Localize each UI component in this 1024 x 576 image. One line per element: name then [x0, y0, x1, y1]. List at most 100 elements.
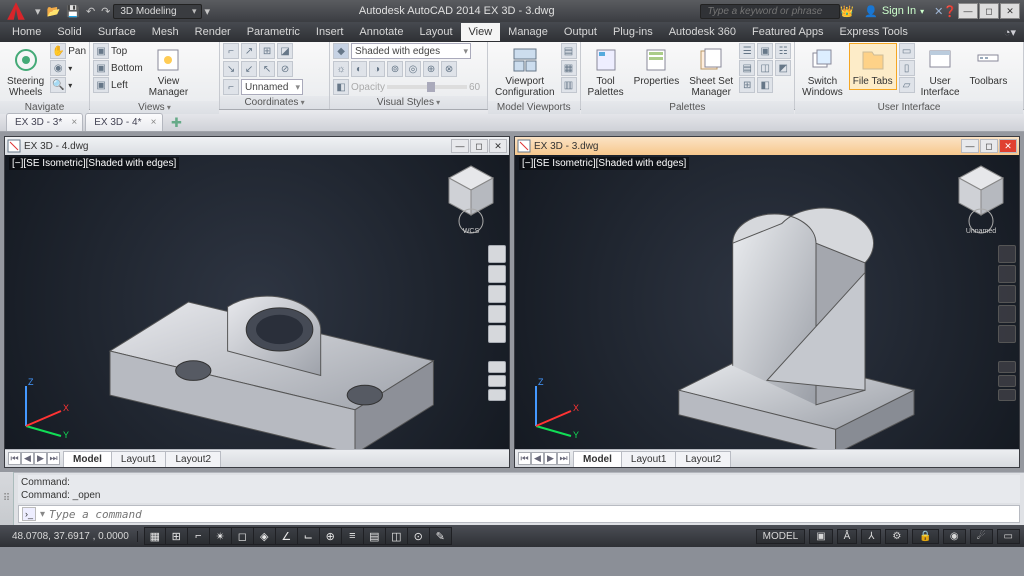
cascade-icon[interactable]: ▱ [899, 77, 915, 93]
sheetset-button[interactable]: Sheet Set Manager [685, 43, 737, 101]
viewport[interactable]: [−][SE Isometric][Shaded with edges] Unn… [515, 155, 1019, 449]
command-input[interactable] [49, 508, 1016, 521]
modelspace-button[interactable]: MODEL [756, 529, 806, 544]
win-max[interactable]: ◻ [980, 139, 998, 153]
signin-button[interactable]: 👤 Sign In ▾ [864, 5, 924, 18]
lwt-toggle[interactable]: ≡ [342, 527, 364, 545]
tab-model[interactable]: Model [63, 451, 112, 467]
clean-screen-icon[interactable]: ▭ [997, 529, 1020, 544]
qp-toggle[interactable]: ◫ [386, 527, 408, 545]
tab-plugins[interactable]: Plug-ins [605, 23, 661, 41]
visual-style-combo[interactable]: Shaded with edges [351, 43, 471, 59]
window-titlebar[interactable]: EX 3D - 4.dwg —◻✕ [5, 137, 509, 155]
osnap-toggle[interactable]: ◻ [232, 527, 254, 545]
tab-layout1[interactable]: Layout1 [111, 451, 167, 467]
otrack-toggle[interactable]: ∠ [276, 527, 298, 545]
app-logo-icon[interactable] [4, 0, 28, 23]
tile-h-icon[interactable]: ▭ [899, 43, 915, 59]
view-manager-button[interactable]: View Manager [145, 43, 192, 101]
switch-windows-button[interactable]: Switch Windows [798, 43, 847, 101]
viewport-config-button[interactable]: Viewport Configuration [491, 43, 558, 101]
navigation-bar[interactable] [487, 245, 507, 401]
orbit-icon[interactable]: ◉ [50, 60, 66, 76]
zoom-icon[interactable]: 🔍 [50, 77, 66, 93]
view-bottom[interactable]: ▣Bottom [93, 60, 143, 76]
window-titlebar[interactable]: EX 3D - 3.dwg —◻✕ [515, 137, 1019, 155]
tab-insert[interactable]: Insert [308, 23, 352, 41]
pan-button[interactable]: ✋Pan [50, 43, 86, 59]
ann-scale-icon[interactable]: Å [837, 529, 858, 544]
opacity-slider[interactable] [387, 85, 467, 89]
tab-express-tools[interactable]: Express Tools [832, 23, 916, 41]
tab-home[interactable]: Home [4, 23, 49, 41]
tab-mesh[interactable]: Mesh [144, 23, 187, 41]
win-close[interactable]: ✕ [999, 139, 1017, 153]
exchange-icon[interactable]: ✕ [934, 5, 943, 18]
ann-vis-icon[interactable]: ⅄ [861, 529, 881, 544]
viewcube[interactable]: Unnamed [951, 161, 1011, 236]
tab-layout2[interactable]: Layout2 [675, 451, 731, 467]
tab-output[interactable]: Output [556, 23, 605, 41]
toolbars-button[interactable]: Toolbars [966, 43, 1012, 90]
steering-wheels-button[interactable]: Steering Wheels [3, 43, 48, 101]
user-interface-button[interactable]: User Interface [917, 43, 964, 101]
quick-access-toolbar[interactable]: ▾📂💾↶↷ [32, 5, 113, 18]
tab-view[interactable]: View [461, 23, 501, 41]
tool-palettes-button[interactable]: Tool Palettes [584, 43, 628, 101]
tab-annotate[interactable]: Annotate [351, 23, 411, 41]
ucs-icon[interactable]: ⌐ [223, 43, 239, 59]
tab-layout2[interactable]: Layout2 [165, 451, 221, 467]
ortho-toggle[interactable]: ⌐ [188, 527, 210, 545]
ucs-combo[interactable]: Unnamed [241, 79, 303, 95]
named-viewport-icon[interactable]: ▤ [561, 43, 577, 59]
tab-featured-apps[interactable]: Featured Apps [744, 23, 832, 41]
lock-ui-icon[interactable]: 🔒 [912, 529, 938, 544]
maximize-button[interactable]: ◻ [979, 3, 999, 19]
hardware-accel-icon[interactable]: ◉ [943, 529, 966, 544]
viewcube[interactable]: WCS [441, 161, 501, 236]
minimize-button[interactable]: — [958, 3, 978, 19]
tab-surface[interactable]: Surface [90, 23, 144, 41]
win-min[interactable]: — [451, 139, 469, 153]
sc-toggle[interactable]: ⊙ [408, 527, 430, 545]
am-toggle[interactable]: ✎ [430, 527, 452, 545]
new-tab-button[interactable]: ✚ [169, 115, 185, 131]
grid-toggle[interactable]: ⊞ [166, 527, 188, 545]
dyn-toggle[interactable]: ⊕ [320, 527, 342, 545]
cmd-grip-icon[interactable]: ⠿ [0, 472, 14, 525]
tab-layout1[interactable]: Layout1 [621, 451, 677, 467]
win-min[interactable]: — [961, 139, 979, 153]
tab-layout[interactable]: Layout [411, 23, 460, 41]
workspace-switch-icon[interactable]: ⚙ [885, 529, 908, 544]
coordinate-readout[interactable]: 48.0708, 37.6917 , 0.0000 [4, 531, 138, 542]
isolate-icon[interactable]: ☄ [970, 529, 993, 544]
view-top[interactable]: ▣Top [93, 43, 143, 59]
ducs-toggle[interactable]: ⌙ [298, 527, 320, 545]
help-icon[interactable]: ❓ [943, 5, 957, 18]
3dosnap-toggle[interactable]: ◈ [254, 527, 276, 545]
command-input-row[interactable]: ›_ ▾ [18, 505, 1020, 523]
tile-v-icon[interactable]: ▯ [899, 60, 915, 76]
view-left[interactable]: ▣Left [93, 77, 143, 93]
tab-parametric[interactable]: Parametric [239, 23, 308, 41]
polar-toggle[interactable]: ✴ [210, 527, 232, 545]
join-viewport-icon[interactable]: ▦ [561, 60, 577, 76]
properties-button[interactable]: Properties [630, 43, 684, 90]
close-button[interactable]: ✕ [1000, 3, 1020, 19]
win-close[interactable]: ✕ [489, 139, 507, 153]
tpy-toggle[interactable]: ▤ [364, 527, 386, 545]
help-search-input[interactable] [700, 4, 840, 19]
doc-tab[interactable]: EX 3D - 3* [6, 113, 83, 131]
file-tabs-button[interactable]: File Tabs [849, 43, 897, 90]
doc-tab[interactable]: EX 3D - 4* [85, 113, 162, 131]
workspace-selector[interactable]: 3D Modeling [113, 4, 201, 19]
tab-manage[interactable]: Manage [500, 23, 556, 41]
search-icon[interactable]: 👑 [840, 5, 854, 18]
snap-toggle[interactable]: ▦ [144, 527, 166, 545]
qat-extra[interactable]: ▾ [202, 5, 214, 18]
tab-solid[interactable]: Solid [49, 23, 89, 41]
tab-model[interactable]: Model [573, 451, 622, 467]
tab-render[interactable]: Render [187, 23, 239, 41]
ribbon-collapse-icon[interactable]: ◔▾ [996, 23, 1024, 42]
tab-autodesk360[interactable]: Autodesk 360 [661, 23, 744, 41]
